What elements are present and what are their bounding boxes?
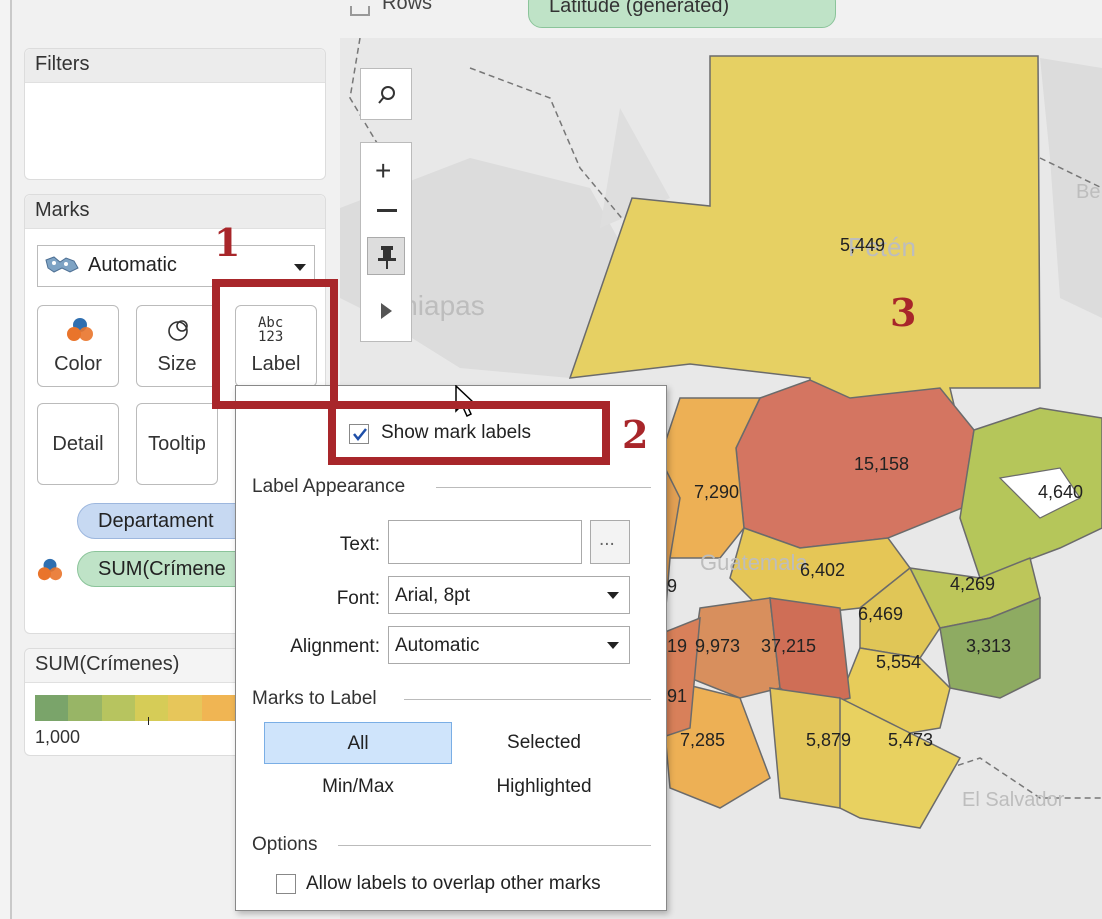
allow-overlap-checkbox[interactable] <box>276 874 296 894</box>
value-chiquimula: 3,313 <box>966 636 1011 656</box>
detail-card[interactable]: Detail <box>37 403 119 485</box>
legend-min-label: 1,000 <box>35 727 81 747</box>
legend-color-ramp <box>35 695 235 721</box>
filters-pane: Filters <box>24 48 326 180</box>
allow-overlap-label[interactable]: Allow labels to overlap other marks <box>306 873 601 895</box>
app-edge <box>0 0 12 919</box>
font-dropdown[interactable]: Arial, 8pt <box>388 576 630 614</box>
rows-shelf: Rows Latitude (generated) <box>330 0 1102 32</box>
label-appearance-heading: Label Appearance <box>252 476 406 497</box>
text-label: Text: <box>339 534 380 555</box>
font-value: Arial, 8pt <box>395 585 470 606</box>
legend-tick <box>148 717 149 725</box>
tooltip-card-label: Tooltip <box>148 433 206 455</box>
pin-icon[interactable] <box>367 237 405 275</box>
map-zoom-toolbar: + <box>360 142 412 342</box>
text-field[interactable] <box>388 520 582 564</box>
legend-color-swatch <box>101 695 135 721</box>
annotation-number-2: 2 <box>622 412 649 457</box>
zoom-out-icon[interactable] <box>377 209 397 212</box>
value-partial: 19 <box>667 636 687 656</box>
rows-pill[interactable]: Latitude (generated) <box>528 0 836 28</box>
rows-shelf-icon <box>350 6 370 16</box>
tooltip-card[interactable]: Tooltip <box>136 403 218 485</box>
chevron-down-icon <box>607 642 619 649</box>
value-partial: 91 <box>667 686 687 706</box>
chevron-down-icon <box>607 592 619 599</box>
option-all[interactable]: All <box>264 722 452 764</box>
option-min-max[interactable]: Min/Max <box>264 776 452 798</box>
color-card[interactable]: Color <box>37 305 119 387</box>
value-jutiapa-south: 5,473 <box>888 730 933 750</box>
annotation-number-3: 3 <box>890 290 917 335</box>
place-el-salvador: El Salvador <box>962 789 1065 811</box>
option-highlighted-label: Highlighted <box>496 776 592 797</box>
legend-color-swatch <box>35 695 69 721</box>
color-icon <box>67 318 93 341</box>
section-divider <box>338 845 651 846</box>
map-search-button[interactable] <box>360 68 412 120</box>
play-icon[interactable] <box>381 303 392 319</box>
map-mark-icon <box>44 254 80 281</box>
value-alta-verapaz: 15,158 <box>854 454 909 474</box>
detail-card-label: Detail <box>52 433 104 455</box>
color-card-label: Color <box>54 353 102 375</box>
annotation-box-show-labels <box>328 401 610 465</box>
ellipsis-label: ... <box>599 529 615 550</box>
size-card[interactable]: Size <box>136 305 218 387</box>
annotation-box-label-card <box>212 279 338 409</box>
legend-color-swatch <box>68 695 102 721</box>
zoom-in-icon[interactable]: + <box>375 155 391 187</box>
font-label: Font: <box>336 588 380 609</box>
legend-color-swatch <box>134 695 169 721</box>
place-guatemala: Guatemala <box>700 550 808 575</box>
marks-title: Marks <box>25 195 325 229</box>
value-santa-rosa: 5,879 <box>806 730 851 750</box>
alignment-value: Automatic <box>395 635 480 656</box>
text-ellipsis-button[interactable]: ... <box>590 520 630 564</box>
color-pill-icon <box>37 558 63 581</box>
value-zacapa: 4,269 <box>950 574 995 594</box>
option-all-label: All <box>347 733 369 754</box>
section-divider <box>404 699 651 700</box>
option-selected-label: Selected <box>507 732 581 753</box>
section-divider <box>436 487 651 488</box>
filters-title: Filters <box>25 49 325 83</box>
search-icon <box>378 86 395 104</box>
rows-shelf-label: Rows <box>382 0 433 14</box>
value-peten: 5,449 <box>840 235 885 255</box>
value-izabal: 4,640 <box>1038 482 1083 502</box>
legend-color-swatch <box>201 695 235 721</box>
value-el-progreso: 6,402 <box>800 560 845 580</box>
value-quiche: 7,290 <box>694 482 739 502</box>
annotation-number-1: 1 <box>214 220 241 265</box>
size-card-label: Size <box>157 353 197 375</box>
value-jutiapa: 5,554 <box>876 652 921 672</box>
option-min-max-label: Min/Max <box>322 776 394 797</box>
value-escuintla: 7,285 <box>680 730 725 750</box>
size-icon <box>168 320 188 341</box>
value-partial: 9 <box>667 576 677 596</box>
place-belize: Be <box>1076 181 1100 203</box>
options-heading: Options <box>252 834 318 855</box>
alignment-dropdown[interactable]: Automatic <box>388 626 630 664</box>
option-highlighted[interactable]: Highlighted <box>450 776 638 798</box>
chevron-down-icon <box>294 264 306 271</box>
value-jalapa: 6,469 <box>858 604 903 624</box>
legend-color-swatch <box>168 695 202 721</box>
marks-to-label-heading: Marks to Label <box>252 688 377 709</box>
value-sacatepequez: 9,973 <box>695 636 740 656</box>
mark-type-value: Automatic <box>88 254 177 276</box>
option-selected[interactable]: Selected <box>450 732 638 754</box>
alignment-label: Alignment: <box>290 636 380 657</box>
value-guatemala: 37,215 <box>761 636 816 656</box>
